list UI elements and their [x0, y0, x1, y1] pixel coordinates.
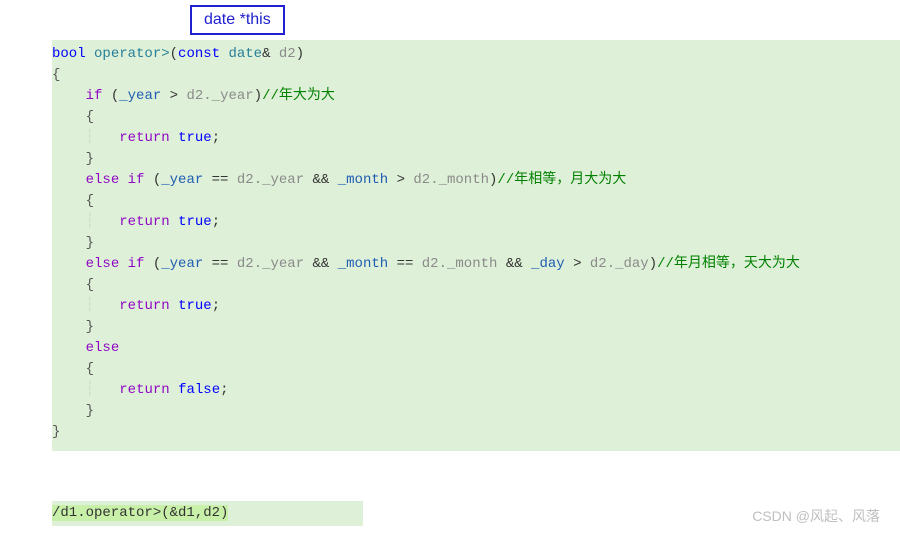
d2-ref: d2: [590, 256, 607, 272]
brace: {: [86, 361, 94, 377]
keyword-return: return: [119, 298, 169, 314]
semi: ;: [212, 130, 220, 146]
indent-guide: ┆: [86, 130, 94, 146]
paren: (: [111, 88, 119, 104]
op-eq: ==: [397, 256, 414, 272]
keyword-return: return: [119, 382, 169, 398]
d2-month: _month: [439, 172, 489, 188]
d2-ref: d2: [422, 256, 439, 272]
comment-2: //年相等，月大为大: [497, 172, 626, 188]
op-and: &&: [313, 256, 330, 272]
indent-guide: ┆: [86, 298, 94, 314]
member-day: _day: [531, 256, 565, 272]
d2-ref: d2: [413, 172, 430, 188]
op-gt: >: [170, 88, 178, 104]
op-gt: >: [397, 172, 405, 188]
dot: .: [254, 172, 262, 188]
operator-func: operator>: [94, 46, 170, 62]
brace: }: [86, 403, 94, 419]
semi: ;: [220, 382, 228, 398]
d2-year: _year: [212, 88, 254, 104]
op-eq: ==: [212, 172, 229, 188]
semi: ;: [212, 298, 220, 314]
keyword-else-if: else if: [86, 172, 145, 188]
keyword-else: else: [86, 340, 120, 356]
semi: ;: [212, 214, 220, 230]
dot: .: [439, 256, 447, 272]
comment-3: //年月相等，天大为大: [657, 256, 800, 272]
brace: }: [86, 235, 94, 251]
bottom-code-line: /d1.operator>(&d1,d2): [52, 501, 363, 526]
keyword-return: return: [119, 130, 169, 146]
member-year: _year: [161, 172, 203, 188]
brace: }: [86, 319, 94, 335]
keyword-return: return: [119, 214, 169, 230]
brace-close: }: [52, 424, 60, 440]
brace-open: {: [52, 67, 60, 83]
ampersand: &: [262, 46, 270, 62]
d2-ref: d2: [237, 172, 254, 188]
paren: (: [153, 256, 161, 272]
indent-guide: ┆: [86, 382, 94, 398]
keyword-const: const: [178, 46, 220, 62]
brace: {: [86, 277, 94, 293]
member-year: _year: [119, 88, 161, 104]
dot: .: [607, 256, 615, 272]
keyword-else-if: else if: [86, 256, 145, 272]
code-block: bool operator>(const date& d2) { if (_ye…: [52, 40, 900, 451]
watermark: CSDN @风起、风落: [752, 506, 880, 526]
member-month: _month: [338, 256, 388, 272]
indent-guide: ┆: [86, 214, 94, 230]
paren: ): [649, 256, 657, 272]
dot: .: [430, 172, 438, 188]
op-eq: ==: [212, 256, 229, 272]
highlighted-call: /d1.operator>(&d1,d2): [52, 505, 228, 521]
d2-day: _day: [615, 256, 649, 272]
brace: }: [86, 151, 94, 167]
keyword-if: if: [86, 88, 103, 104]
literal-true: true: [178, 298, 212, 314]
brace: {: [86, 193, 94, 209]
op-gt: >: [573, 256, 581, 272]
paren: (: [153, 172, 161, 188]
d2-year: _year: [262, 172, 304, 188]
dot: .: [203, 88, 211, 104]
member-month: _month: [338, 172, 388, 188]
param-d2: d2: [279, 46, 296, 62]
paren: ): [254, 88, 262, 104]
d2-ref: d2: [186, 88, 203, 104]
op-and: &&: [313, 172, 330, 188]
keyword-bool: bool: [52, 46, 86, 62]
brace: {: [86, 109, 94, 125]
type-date: date: [228, 46, 262, 62]
literal-true: true: [178, 130, 212, 146]
dot: .: [254, 256, 262, 272]
member-year: _year: [161, 256, 203, 272]
literal-true: true: [178, 214, 212, 230]
comment-1: //年大为大: [262, 88, 335, 104]
d2-ref: d2: [237, 256, 254, 272]
op-and: &&: [506, 256, 523, 272]
d2-month: _month: [447, 256, 497, 272]
annotation-label: date *this: [190, 5, 285, 35]
paren-close: ): [296, 46, 304, 62]
d2-year: _year: [262, 256, 304, 272]
paren-open: (: [170, 46, 178, 62]
literal-false: false: [178, 382, 220, 398]
